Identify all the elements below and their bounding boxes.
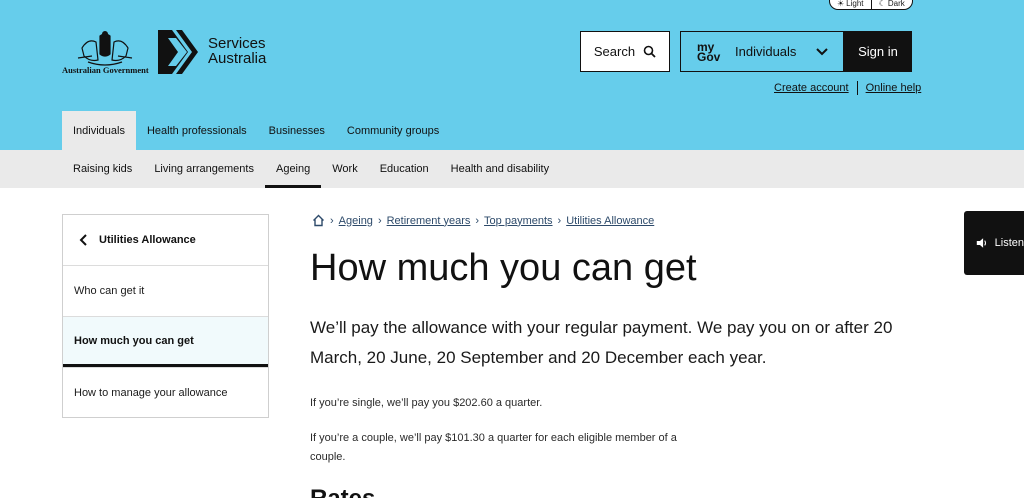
- mygov-dropdown[interactable]: my Gov Individuals: [680, 31, 844, 72]
- brand-line1: Services: [208, 35, 266, 52]
- sub-navigation: Raising kids Living arrangements Ageing …: [0, 150, 1024, 188]
- gov-logo-text: Australian Government: [62, 65, 149, 75]
- single-rate-text: If you’re single, we’ll pay you $202.60 …: [310, 397, 543, 409]
- tab-community-groups[interactable]: Community groups: [336, 111, 450, 150]
- moon-icon: ☾: [878, 0, 886, 8]
- chevron-left-icon: [79, 234, 87, 246]
- sidebar-back-link[interactable]: Utilities Allowance: [63, 215, 268, 265]
- couple-rate-text: If you’re a couple, we’ll pay $101.30 a …: [310, 432, 677, 463]
- tab-health-professionals[interactable]: Health professionals: [136, 111, 258, 150]
- chevron-right-icon: ›: [557, 214, 562, 227]
- subnav-raising-kids[interactable]: Raising kids: [62, 150, 143, 188]
- search-icon: [643, 45, 656, 58]
- theme-dark-option[interactable]: ☾ Dark: [870, 0, 913, 9]
- section-heading: Rates discontinued: [310, 487, 500, 498]
- theme-toggle[interactable]: ☀ Light ☾ Dark: [829, 0, 913, 10]
- chevron-down-icon: [816, 48, 828, 56]
- brand-line2: Australia: [208, 50, 267, 67]
- subnav-living-arrangements[interactable]: Living arrangements: [143, 150, 265, 188]
- utility-links: Create account Online help: [774, 81, 921, 95]
- theme-light-option[interactable]: ☀ Light: [830, 0, 871, 9]
- mygov-label: Individuals: [735, 44, 797, 59]
- services-australia-wordmark[interactable]: Services Australia: [208, 36, 266, 66]
- sidebar-item-how-much-you-can-get[interactable]: How much you can get: [63, 316, 268, 367]
- theme-dark-label: Dark: [887, 0, 905, 8]
- subnav-health-and-disability[interactable]: Health and disability: [440, 150, 560, 188]
- mygov-logo: my Gov: [697, 39, 721, 64]
- theme-light-label: Light: [846, 0, 864, 8]
- tab-individuals[interactable]: Individuals: [62, 111, 136, 150]
- sidebar-title: Utilities Allowance: [99, 234, 196, 246]
- sidebar-item-who-can-get-it[interactable]: Who can get it: [63, 265, 268, 316]
- subnav-ageing[interactable]: Ageing: [264, 150, 322, 188]
- services-australia-mark-icon[interactable]: [158, 30, 198, 74]
- chevron-right-icon: ›: [330, 214, 334, 227]
- home-icon[interactable]: [312, 214, 325, 227]
- create-account-link[interactable]: Create account: [774, 82, 849, 94]
- breadcrumb: › Ageing › Retirement years › Top paymen…: [312, 214, 654, 227]
- breadcrumb-ageing[interactable]: Ageing: [339, 215, 373, 227]
- breadcrumb-retirement-years[interactable]: Retirement years: [387, 215, 471, 227]
- lead-paragraph: We’ll pay the allowance with your regula…: [310, 318, 893, 367]
- sidebar-nav: Utilities Allowance Who can get it How m…: [62, 214, 269, 418]
- subnav-education[interactable]: Education: [369, 150, 440, 188]
- search-button[interactable]: Search: [580, 31, 670, 72]
- listen-button[interactable]: Listen: [964, 211, 1024, 275]
- chevron-right-icon: ›: [377, 214, 382, 227]
- divider: [856, 81, 858, 95]
- tab-businesses[interactable]: Businesses: [258, 111, 336, 150]
- breadcrumb-top-payments[interactable]: Top payments: [484, 215, 552, 227]
- online-help-link[interactable]: Online help: [866, 82, 922, 94]
- listen-label: Listen: [994, 237, 1024, 249]
- sidebar-item-how-to-manage[interactable]: How to manage your allowance: [63, 367, 268, 418]
- breadcrumb-utilities-allowance[interactable]: Utilities Allowance: [566, 215, 654, 227]
- sun-icon: ☀: [836, 0, 845, 8]
- site-header: ☀ Light ☾ Dark Australian Government Ser…: [0, 0, 1024, 150]
- search-label: Search: [593, 44, 636, 59]
- subnav-work[interactable]: Work: [321, 150, 368, 188]
- chevron-right-icon: ›: [475, 214, 480, 227]
- sign-in-button[interactable]: Sign in: [844, 31, 912, 72]
- speaker-icon: [976, 238, 987, 248]
- audience-tabs: Individuals Health professionals Busines…: [62, 111, 450, 150]
- page-title: How much you can get: [310, 247, 697, 289]
